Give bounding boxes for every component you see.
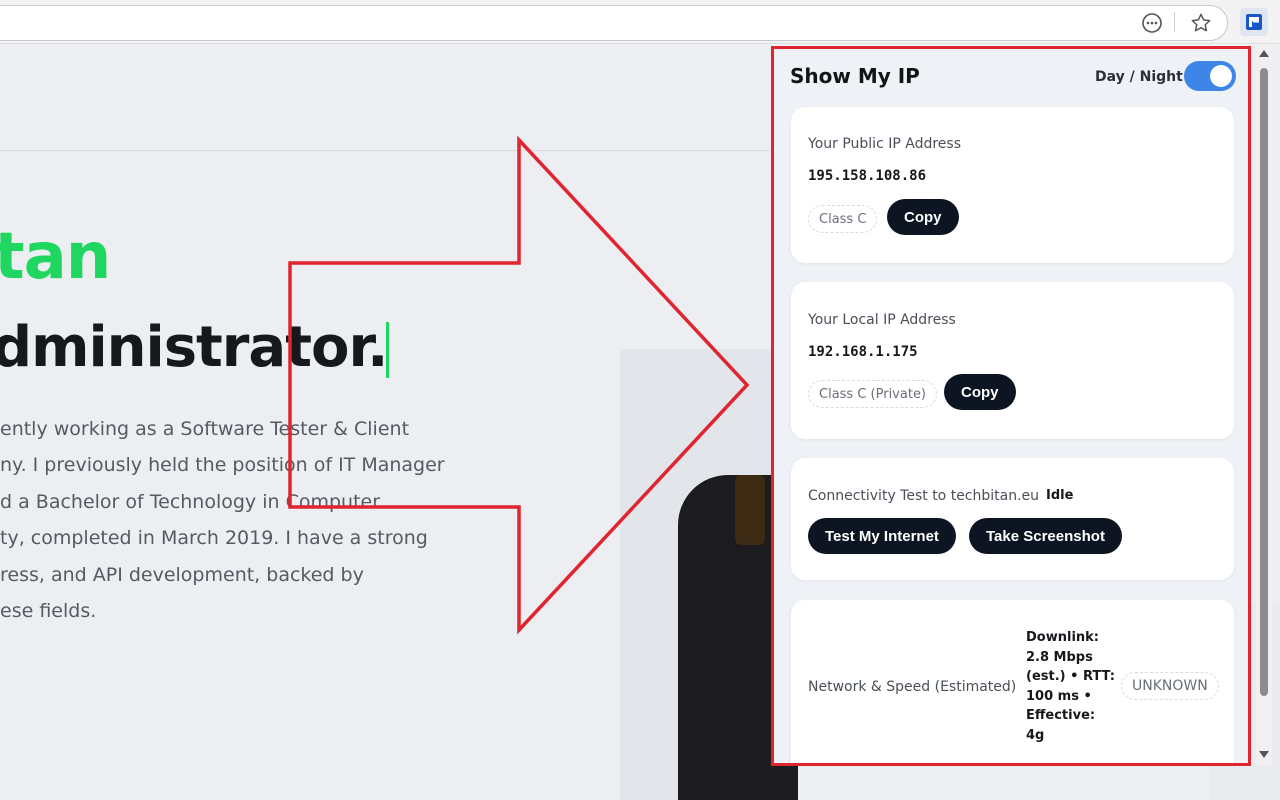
- connectivity-label: Connectivity Test to techbitan.eu: [808, 488, 1040, 504]
- network-speed-card: Network & Speed (Estimated) Downlink: 2.…: [791, 600, 1234, 765]
- connectivity-card: Connectivity Test to techbitan.eu Idle T…: [791, 458, 1234, 580]
- take-screenshot-button[interactable]: Take Screenshot: [969, 518, 1122, 554]
- hero-name: tan: [0, 220, 111, 294]
- copy-local-ip-button[interactable]: Copy: [944, 374, 1016, 410]
- scroll-thumb[interactable]: [1260, 68, 1268, 696]
- scroll-up-arrow[interactable]: [1259, 50, 1269, 57]
- nav-divider: [0, 150, 770, 151]
- speed-line: (est.) • RTT:: [1026, 669, 1115, 684]
- network-speed-details: Downlink: 2.8 Mbps (est.) • RTT: 100 ms …: [1026, 628, 1116, 745]
- browser-toolbar: [0, 0, 1280, 44]
- bio-line: ently working as a Software Tester & Cli…: [0, 418, 410, 440]
- network-type-badge: UNKNOWN: [1121, 672, 1219, 700]
- scroll-down-arrow[interactable]: [1259, 751, 1269, 758]
- speed-line: Effective:: [1026, 708, 1096, 723]
- bio-line: ny. I previously held the position of IT…: [0, 454, 445, 477]
- test-internet-button[interactable]: Test My Internet: [808, 518, 956, 554]
- bio-line: d a Bachelor of Technology in Computer: [0, 490, 381, 513]
- bio-line: ress, and API development, backed by: [0, 563, 364, 586]
- profile-photo-detail: [735, 475, 765, 545]
- daynight-label: Day / Night: [1095, 69, 1183, 85]
- toolbar-divider: [1174, 12, 1175, 32]
- star-icon[interactable]: [1188, 10, 1214, 36]
- hero-bio: ently working as a Software Tester & Cli…: [0, 411, 460, 629]
- typing-cursor: [386, 322, 389, 378]
- popup-title: Show My IP: [790, 64, 920, 88]
- public-ip-label: Your Public IP Address: [808, 136, 961, 152]
- ip-class-badge: Class C: [808, 205, 878, 233]
- speed-line: 4g: [1026, 727, 1045, 743]
- public-ip-card: Your Public IP Address 195.158.108.86 Cl…: [791, 107, 1234, 263]
- copy-public-ip-button[interactable]: Copy: [887, 199, 959, 235]
- bio-line: ese fields.: [0, 600, 97, 623]
- daynight-toggle[interactable]: [1184, 61, 1236, 91]
- speed-line: Downlink:: [1026, 630, 1099, 645]
- public-ip-value: 195.158.108.86: [808, 168, 927, 184]
- hero-role: dministrator.: [0, 315, 388, 380]
- local-ip-card: Your Local IP Address 192.168.1.175 Clas…: [791, 282, 1234, 439]
- speed-line: 100 ms •: [1026, 688, 1092, 704]
- address-bar[interactable]: [0, 5, 1228, 41]
- toggle-knob: [1210, 65, 1232, 87]
- more-icon[interactable]: [1139, 10, 1165, 36]
- network-speed-label: Network & Speed (Estimated): [808, 679, 1017, 695]
- ip-class-badge: Class C (Private): [808, 380, 938, 408]
- extension-icon[interactable]: [1240, 8, 1268, 36]
- local-ip-value: 192.168.1.175: [808, 344, 918, 360]
- extension-popup: Show My IP Day / Night Your Public IP Ad…: [771, 44, 1250, 765]
- speed-line: 2.8 Mbps: [1026, 649, 1093, 665]
- connectivity-status: Idle: [1046, 488, 1074, 503]
- popup-scrollbar[interactable]: [1256, 44, 1272, 765]
- bio-line: ty, completed in March 2019. I have a st…: [0, 527, 428, 550]
- local-ip-label: Your Local IP Address: [808, 312, 956, 328]
